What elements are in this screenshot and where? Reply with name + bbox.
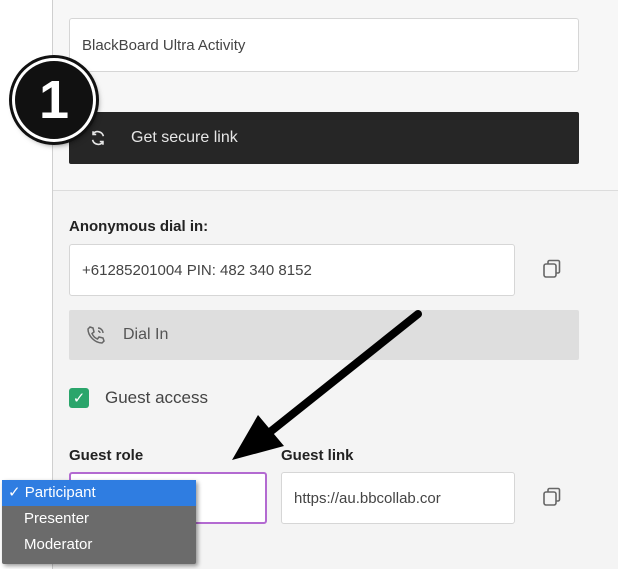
dial-in-number-field[interactable]: +61285201004 PIN: 482 340 8152 <box>69 244 515 296</box>
dial-in-button-label: Dial In <box>123 326 169 343</box>
get-secure-link-label: Get secure link <box>131 129 238 146</box>
guest-role-label: Guest role <box>69 447 144 464</box>
guest-access-checkbox[interactable]: ✓ <box>69 388 89 408</box>
guest-link-field[interactable]: https://au.bbcollab.cor <box>281 472 515 524</box>
guest-role-dropdown[interactable]: ✓ Participant Presenter Moderator <box>2 480 196 564</box>
guest-link-label: Guest link <box>281 447 354 464</box>
copy-guest-link-icon[interactable] <box>541 486 563 508</box>
phone-icon <box>87 326 105 344</box>
role-option-participant[interactable]: ✓ Participant <box>2 480 196 506</box>
anonymous-dial-in-label: Anonymous dial in: <box>69 218 209 235</box>
role-option-presenter[interactable]: Presenter <box>2 506 196 532</box>
refresh-icon <box>91 130 105 146</box>
step-number-badge: 1 <box>12 58 96 142</box>
session-name-input[interactable]: BlackBoard Ultra Activity <box>69 18 579 72</box>
copy-dial-in-icon[interactable] <box>541 258 563 280</box>
guest-access-toggle[interactable]: ✓ Guest access <box>69 388 208 408</box>
guest-access-label: Guest access <box>105 388 208 407</box>
get-secure-link-button[interactable]: Get secure link <box>69 112 579 164</box>
dial-in-button[interactable]: Dial In <box>69 310 579 360</box>
role-option-moderator[interactable]: Moderator <box>2 532 196 558</box>
